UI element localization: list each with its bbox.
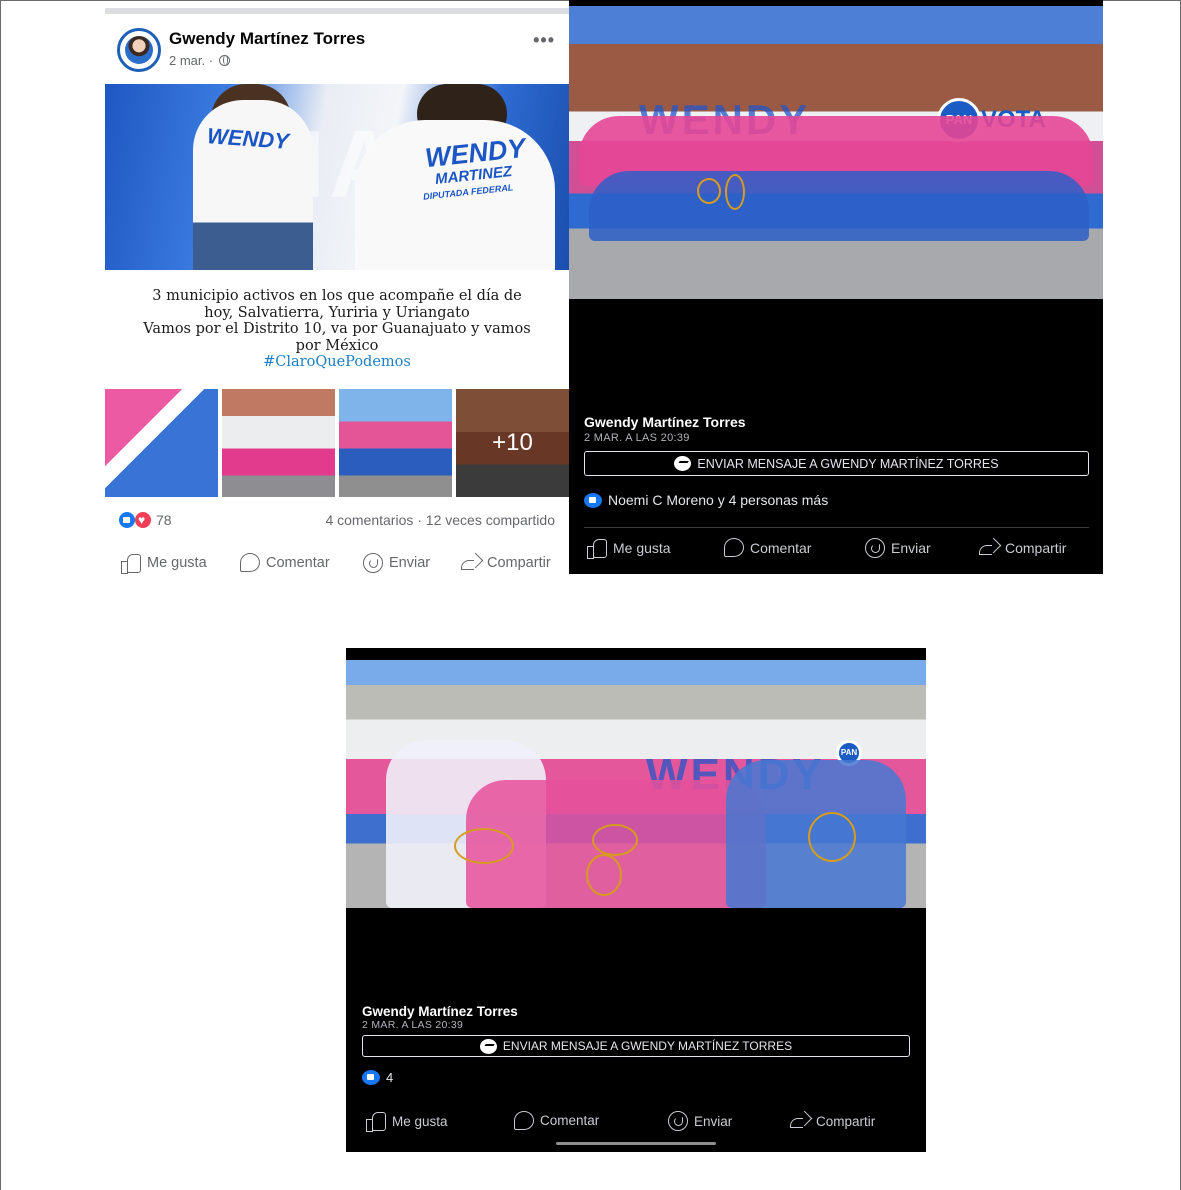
send-button[interactable]: Enviar [865,538,931,558]
share-icon [461,553,481,573]
more-photos-count: +10 [456,389,569,497]
comment-icon [240,553,260,572]
post-date[interactable]: 2 mar. · [169,53,230,68]
messenger-icon [674,456,692,471]
like-button[interactable]: Me gusta [121,553,207,574]
send-message-button[interactable]: ENVIAR MENSAJE A GWENDY MARTÍNEZ TORRES [362,1035,910,1057]
post-header: Gwendy Martínez Torres 2 mar. · ••• [105,26,569,76]
thumbnail-photo[interactable] [222,389,335,497]
viewer-author-name[interactable]: Gwendy Martínez Torres [584,414,746,430]
love-icon [135,512,151,528]
thumbnail-photo-more[interactable]: +10 [456,389,569,497]
viewer-actions: Me gusta Comentar Enviar Compartir [346,1111,926,1133]
viewer-reactions[interactable]: 4 [362,1070,393,1085]
viewer-date[interactable]: 2 MAR. A LAS 20:39 [362,1019,463,1031]
send-message-label: ENVIAR MENSAJE A GWENDY MARTÍNEZ TORRES [502,1039,793,1053]
annotation-circle [586,854,622,896]
more-options-icon[interactable]: ••• [533,30,555,51]
photo-viewer-2: WENDY PAN Gwendy Martínez Torres 2 MAR. … [346,648,926,1152]
send-message-button[interactable]: ENVIAR MENSAJE A GWENDY MARTÍNEZ TORRES [584,451,1089,476]
divider [584,527,1089,528]
group-photo[interactable]: WENDY PAN [346,660,926,908]
like-button-label: Me gusta [613,540,671,556]
thumbnail-photo[interactable] [105,389,218,497]
send-message-label: ENVIAR MENSAJE A GWENDY MARTÍNEZ TORRES [697,456,999,471]
viewer-author-name[interactable]: Gwendy Martínez Torres [362,1004,518,1019]
viewer-date[interactable]: 2 MAR. A LAS 20:39 [584,432,690,444]
comment-button[interactable]: Comentar [514,1111,599,1130]
group-photo[interactable]: WENDY PAN VOTA [569,6,1103,299]
photo-viewer-1: WENDY PAN VOTA Gwendy Martínez Torres 2 … [569,0,1103,574]
send-button[interactable]: Enviar [363,553,430,573]
caption-line: hoy, Salvatierra, Yuriria y Uriangato [204,304,470,321]
annotation-circle [697,178,721,204]
like-button[interactable]: Me gusta [587,538,671,559]
viewer-reactions-text: 4 [386,1070,394,1085]
avatar-image [125,36,153,64]
share-button-label: Compartir [487,555,551,571]
caption-line: Vamos por el Distrito 10, va por Guanaju… [143,321,531,337]
annotation-circle [592,824,638,856]
viewer-actions: Me gusta Comentar Enviar Compartir [569,538,1103,560]
shirt-back-name-left: WENDY [206,123,290,154]
comment-button-label: Comentar [266,554,330,571]
send-button-label: Enviar [891,540,931,556]
thumbs-up-icon [121,553,141,574]
comment-icon [724,538,744,557]
post-actions: Me gusta Comentar Enviar Compartir [105,553,569,575]
reactions-count[interactable]: 78 [156,512,172,528]
comments-shares-count[interactable]: 4 comentarios · 12 veces compartido [325,512,555,528]
globe-icon [218,55,230,66]
like-button[interactable]: Me gusta [366,1111,448,1132]
thumbs-up-icon [587,538,607,559]
share-button[interactable]: Compartir [979,538,1066,558]
comment-icon [514,1111,534,1130]
thumbnail-photo[interactable] [339,389,452,497]
avatar[interactable] [117,28,161,72]
whatsapp-icon [865,538,885,558]
whatsapp-icon [668,1111,688,1131]
like-icon [362,1070,380,1085]
annotation-circle [454,828,514,864]
viewer-reactions-text: Noemi C Moreno y 4 personas más [608,492,829,508]
reactions-row: 78 4 comentarios · 12 veces compartido [105,510,569,532]
share-button[interactable]: Compartir [461,553,551,573]
messenger-icon [479,1038,497,1054]
like-button-label: Me gusta [147,555,207,571]
whatsapp-icon [363,553,383,573]
comment-button-label: Comentar [540,1113,600,1128]
comment-button-label: Comentar [750,539,812,556]
crowd-front-row [589,171,1089,241]
like-button-label: Me gusta [392,1113,448,1129]
comment-button[interactable]: Comentar [240,553,330,572]
like-icon [584,492,602,508]
share-button-label: Compartir [816,1113,876,1129]
facebook-post: Gwendy Martínez Torres 2 mar. · ••• MA W… [105,8,569,580]
annotation-circle [808,812,856,862]
share-button-label: Compartir [1005,540,1067,556]
home-indicator [556,1142,716,1145]
hashtag-link[interactable]: #ClaroQuePodemos [105,354,569,371]
annotation-circle [725,174,745,210]
thumbs-up-icon [366,1111,386,1132]
post-caption: 3 municipio activos en los que acompañe … [105,288,569,371]
viewer-reactions[interactable]: Noemi C Moreno y 4 personas más [584,492,828,508]
share-icon [790,1111,810,1131]
send-button-label: Enviar [389,555,431,571]
like-icon [119,512,135,528]
share-button[interactable]: Compartir [790,1111,875,1131]
send-button-label: Enviar [694,1113,733,1129]
share-icon [979,538,999,558]
caption-line: 3 municipio activos en los que acompañe … [152,288,522,304]
caption-line: por México [295,337,379,354]
comment-button[interactable]: Comentar [724,538,811,557]
post-main-image[interactable]: MA WENDY WENDY MARTINEZ DIPUTADA FEDERAL [105,84,569,270]
send-button[interactable]: Enviar [668,1111,732,1131]
author-name[interactable]: Gwendy Martínez Torres [169,29,365,49]
post-date-text: 2 mar. · [169,53,214,68]
post-top-bar [105,8,569,14]
photo-thumbnails: +10 [105,389,569,497]
